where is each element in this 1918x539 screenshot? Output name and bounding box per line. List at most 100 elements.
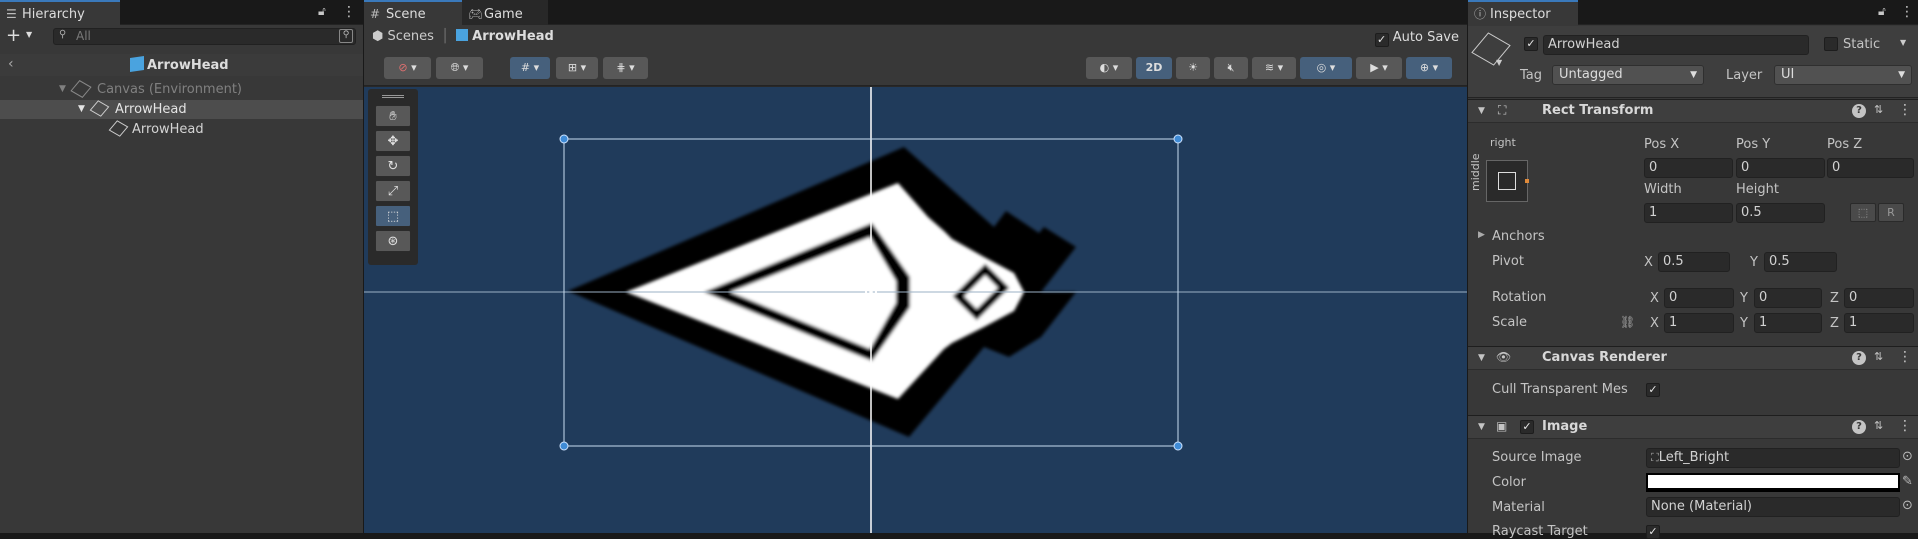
breadcrumb-current[interactable]: ArrowHead bbox=[472, 29, 554, 44]
tab-inspector[interactable]: ⓘ Inspector bbox=[1468, 0, 1578, 25]
color-swatch[interactable] bbox=[1646, 473, 1900, 492]
gizmos-dropdown[interactable]: ⊕ ▾ bbox=[1406, 57, 1452, 79]
pivot-x-field[interactable]: 0.5 bbox=[1658, 252, 1730, 272]
move-tool-button[interactable]: ✥ bbox=[375, 130, 411, 152]
breadcrumb-root[interactable]: Scenes bbox=[388, 29, 434, 44]
tab-game[interactable]: 🎮︎Game bbox=[462, 0, 548, 25]
lock-icon[interactable]: 🔓︎ bbox=[1878, 4, 1886, 19]
2d-mode-toggle[interactable]: 2D bbox=[1136, 57, 1172, 79]
lighting-toggle[interactable]: ☀ bbox=[1176, 57, 1210, 79]
image-enabled-checkbox[interactable]: ✓ bbox=[1520, 420, 1534, 434]
auto-save-toggle[interactable]: ✓ Auto Save bbox=[1374, 30, 1459, 47]
transform-tool-button[interactable]: ⊛ bbox=[375, 230, 411, 252]
draw-mode-dropdown[interactable]: ⊘ ▾ bbox=[384, 57, 431, 79]
material-field[interactable]: None (Material) bbox=[1646, 497, 1900, 517]
presets-icon[interactable]: ⇅ bbox=[1874, 419, 1883, 432]
static-checkbox[interactable] bbox=[1824, 37, 1838, 51]
foldout-arrow-icon[interactable]: ▼ bbox=[1478, 106, 1485, 116]
rotation-y-field[interactable]: 0 bbox=[1754, 288, 1822, 308]
shading-mode-dropdown[interactable]: ◐ ▾ bbox=[1086, 57, 1132, 79]
expand-arrow-icon[interactable]: ▼ bbox=[59, 80, 66, 99]
rect-transform-header[interactable]: ▼ ⛶ Rect Transform ? ⇅ ⋮ bbox=[1468, 99, 1918, 123]
hierarchy-search-input[interactable]: ⚲ All ⚲ bbox=[53, 28, 356, 45]
help-icon[interactable]: ? bbox=[1852, 351, 1866, 365]
chevron-down-icon[interactable]: ▼ bbox=[1496, 58, 1502, 67]
pos-x-field[interactable]: 0 bbox=[1644, 158, 1733, 178]
raycast-target-checkbox[interactable]: ✓ bbox=[1646, 525, 1660, 539]
expand-arrow-icon[interactable]: ▼ bbox=[78, 100, 85, 119]
tab-hierarchy[interactable]: ☰ Hierarchy bbox=[0, 0, 120, 25]
rotate-tool-button[interactable]: ↻ bbox=[375, 155, 411, 177]
pos-y-field[interactable]: 0 bbox=[1736, 158, 1825, 178]
anchors-foldout[interactable]: Anchors bbox=[1492, 229, 1545, 244]
scale-tool-button[interactable]: ⤢ bbox=[375, 180, 411, 202]
tag-dropdown[interactable]: Untagged ▼ bbox=[1552, 65, 1704, 85]
object-picker-icon[interactable]: ⊙ bbox=[1902, 449, 1913, 464]
snap-increment-dropdown[interactable]: ⊞ ▾ bbox=[556, 57, 598, 79]
help-icon[interactable]: ? bbox=[1852, 104, 1866, 118]
effects-icon: ≋ bbox=[1264, 61, 1275, 74]
rotation-x-field[interactable]: 0 bbox=[1664, 288, 1734, 308]
presets-icon[interactable]: ⇅ bbox=[1874, 350, 1883, 363]
component-menu-icon[interactable]: ⋮ bbox=[1898, 349, 1912, 365]
width-field[interactable]: 1 bbox=[1644, 203, 1733, 223]
foldout-arrow-icon[interactable]: ▼ bbox=[1478, 422, 1485, 432]
scale-z-field[interactable]: 1 bbox=[1844, 313, 1914, 333]
foldout-arrow-icon[interactable]: ▶ bbox=[1478, 230, 1485, 240]
scale-y-field[interactable]: 1 bbox=[1754, 313, 1822, 333]
add-icon[interactable]: + bbox=[6, 25, 21, 46]
camera-dropdown[interactable]: ▶ ▾ bbox=[1356, 57, 1402, 79]
eyedropper-icon[interactable]: ✎ bbox=[1902, 474, 1913, 489]
tab-scene[interactable]: # Scene bbox=[364, 0, 462, 25]
scale-x-field[interactable]: 1 bbox=[1664, 313, 1734, 333]
tree-row-arrowhead-selected[interactable]: ▼ ArrowHead bbox=[0, 100, 363, 119]
drag-handle-icon[interactable] bbox=[382, 95, 404, 98]
audio-toggle[interactable]: 🔇︎ bbox=[1214, 57, 1248, 79]
cull-transparent-checkbox[interactable]: ✓ bbox=[1646, 383, 1660, 397]
object-name-field[interactable]: ArrowHead bbox=[1543, 35, 1809, 55]
static-dropdown-icon[interactable]: ▼ bbox=[1900, 38, 1906, 47]
canvas-renderer-header[interactable]: ▼ 👁︎ Canvas Renderer ? ⇅ ⋮ bbox=[1468, 346, 1918, 370]
help-icon[interactable]: ? bbox=[1852, 420, 1866, 434]
more-options-icon[interactable]: ⋮ bbox=[1900, 4, 1914, 20]
more-options-icon[interactable]: ⋮ bbox=[342, 4, 356, 20]
foldout-arrow-icon[interactable]: ▼ bbox=[1478, 353, 1485, 363]
anchor-vertical-label: middle bbox=[1469, 153, 1482, 191]
rotation-z-field[interactable]: 0 bbox=[1844, 288, 1914, 308]
tree-row-arrowhead-child[interactable]: ArrowHead bbox=[0, 120, 363, 139]
scene-header-row[interactable]: ‹ ArrowHead bbox=[0, 54, 363, 76]
component-menu-icon[interactable]: ⋮ bbox=[1898, 418, 1912, 434]
constrain-proportions-icon[interactable]: ⛓ bbox=[1620, 315, 1635, 329]
sprite-icon: ⛶ bbox=[1651, 451, 1659, 464]
back-arrow-icon[interactable]: ‹ bbox=[8, 56, 14, 72]
raw-edit-button[interactable]: R bbox=[1878, 203, 1904, 222]
blueprint-mode-button[interactable]: ⬚ bbox=[1850, 203, 1876, 222]
rect-tool-button[interactable]: ⬚ bbox=[375, 205, 411, 227]
chevron-down-icon[interactable]: ▼ bbox=[26, 30, 32, 39]
anchor-presets-button[interactable] bbox=[1486, 160, 1529, 202]
tag-label: Tag bbox=[1520, 68, 1543, 83]
grid-visibility-dropdown[interactable]: ⋕ ▾ bbox=[603, 57, 648, 79]
global-local-dropdown[interactable]: 🌐︎ ▾ bbox=[436, 57, 483, 79]
layer-dropdown[interactable]: UI ▼ bbox=[1774, 65, 1912, 85]
scene-visibility-dropdown[interactable]: ◎ ▾ bbox=[1300, 57, 1352, 79]
active-checkbox[interactable]: ✓ bbox=[1524, 37, 1538, 51]
hierarchy-toolbar: + ▼ ⚲ All ⚲ bbox=[0, 25, 363, 47]
presets-icon[interactable]: ⇅ bbox=[1874, 103, 1883, 116]
gizmo-handle bbox=[1173, 134, 1183, 144]
component-menu-icon[interactable]: ⋮ bbox=[1898, 102, 1912, 118]
grid-snap-toggle[interactable]: # ▾ bbox=[510, 57, 550, 79]
source-image-field[interactable]: ⛶Left_Bright bbox=[1646, 448, 1900, 468]
tree-row-canvas[interactable]: ▼ Canvas (Environment) bbox=[0, 80, 363, 99]
height-field[interactable]: 0.5 bbox=[1736, 203, 1825, 223]
pivot-y-field[interactable]: 0.5 bbox=[1764, 252, 1837, 272]
search-filter-icon[interactable]: ⚲ bbox=[339, 29, 353, 43]
auto-save-checkbox[interactable]: ✓ bbox=[1374, 33, 1389, 47]
image-header[interactable]: ▼ ▣ ✓ Image ? ⇅ ⋮ bbox=[1468, 415, 1918, 439]
scene-viewport[interactable]: ✋︎ ✥ ↻ ⤢ ⬚ ⊛ bbox=[364, 87, 1467, 533]
object-picker-icon[interactable]: ⊙ bbox=[1902, 498, 1913, 513]
hand-tool-button[interactable]: ✋︎ bbox=[375, 105, 411, 127]
pos-z-field[interactable]: 0 bbox=[1827, 158, 1914, 178]
effects-dropdown[interactable]: ≋ ▾ bbox=[1252, 57, 1296, 79]
lock-icon[interactable]: 🔓︎ bbox=[318, 4, 326, 19]
